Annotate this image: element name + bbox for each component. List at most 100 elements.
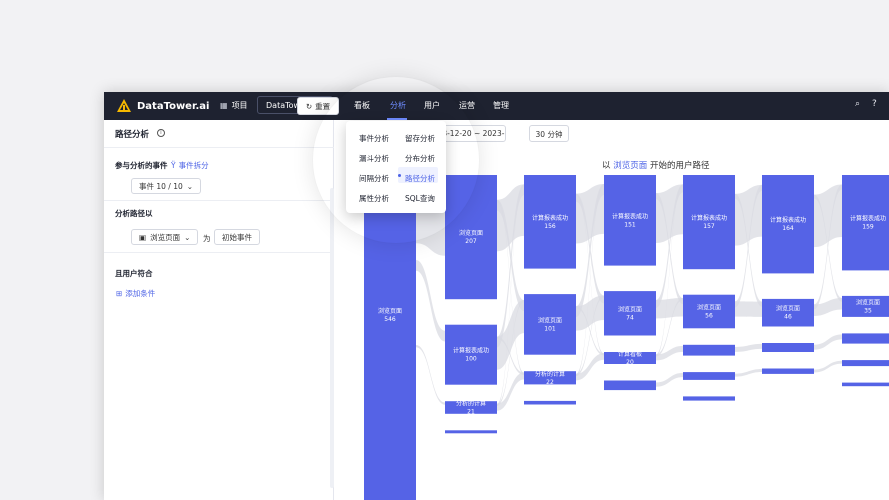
reset-button[interactable]: ↻ 重置 xyxy=(297,97,339,115)
sankey-node[interactable] xyxy=(842,333,889,344)
sankey-node-label: 计算报表成功 xyxy=(770,216,806,224)
sankey-node-value: 46 xyxy=(784,314,792,321)
info-icon[interactable]: i xyxy=(157,129,165,137)
sankey-node[interactable] xyxy=(445,430,497,434)
config-sidebar: 路径分析 i 参与分析的事件 Ÿ 事件拆分 事件 10 / 10 ⌄ 分析路径以… xyxy=(104,120,334,500)
sankey-node-label: 浏览页面 xyxy=(378,307,402,315)
sankey-node-label: 浏览页面 xyxy=(459,229,483,237)
sankey-node-value: 164 xyxy=(782,225,794,232)
sankey-node-label: 计算报表成功 xyxy=(612,212,648,220)
sankey-node-value: 35 xyxy=(864,307,872,314)
sankey-flow-band xyxy=(814,360,842,373)
nav-item-dashboard[interactable]: 看板 xyxy=(354,100,370,111)
event-count-value: 事件 10 / 10 xyxy=(139,181,183,191)
sankey-node[interactable] xyxy=(762,368,814,374)
split-icon: Ÿ xyxy=(171,161,176,170)
path-event-select[interactable]: ▣ 浏览页面 ⌄ xyxy=(131,229,199,245)
sankey-node-label: 分析的计算 xyxy=(456,400,486,408)
sankey-node-value: 157 xyxy=(703,223,715,230)
analysis-dropdown-menu: 事件分析 漏斗分析 间隔分析 属性分析 留存分析 分布分析 路径分析 SQL查询 xyxy=(346,121,446,213)
grid-icon: ▦ xyxy=(220,101,228,110)
sankey-node[interactable] xyxy=(842,382,889,387)
sankey-node-label: 浏览页面 xyxy=(856,298,880,306)
menu-item-interval-analysis[interactable]: 间隔分析 xyxy=(359,173,389,184)
start-event-value: 初始事件 xyxy=(222,232,252,242)
sankey-flow-band xyxy=(735,343,762,352)
sankey-node-label: 浏览页面 xyxy=(538,316,562,324)
chart-title-event[interactable]: 浏览页面 xyxy=(613,161,647,171)
menu-item-property-analysis[interactable]: 属性分析 xyxy=(359,193,389,204)
path-event-value: 浏览页面 xyxy=(150,232,181,242)
nav-item-users[interactable]: 用户 xyxy=(424,100,440,111)
reset-label: 重置 xyxy=(315,101,331,111)
session-duration-select[interactable]: 30 分钟 xyxy=(529,125,569,142)
sidebar-header: 路径分析 i xyxy=(104,120,334,148)
sankey-node[interactable] xyxy=(683,344,735,356)
active-dot xyxy=(398,174,401,177)
menu-item-path-analysis[interactable]: 路径分析 xyxy=(405,173,435,184)
search-icon[interactable]: ⌕ xyxy=(855,99,860,109)
page-title: 路径分析 xyxy=(115,130,150,140)
sankey-flow-band xyxy=(735,369,762,377)
sankey-flow-band xyxy=(497,372,524,411)
user-section-label: 且用户符合 xyxy=(115,269,153,278)
event-icon: ▣ xyxy=(139,232,147,242)
sankey-node-value: 21 xyxy=(467,409,475,416)
help-icon[interactable]: ? xyxy=(872,99,877,109)
project-label-text: 项目 xyxy=(231,101,248,110)
sankey-node[interactable] xyxy=(683,396,735,401)
nav-item-analysis[interactable]: 分析 xyxy=(390,100,406,111)
sankey-node-value: 159 xyxy=(862,224,874,231)
sankey-flow-band xyxy=(576,295,604,331)
sankey-node-value: 207 xyxy=(465,238,477,245)
sankey-node-label: 计算报表成功 xyxy=(850,215,886,223)
menu-item-event-analysis[interactable]: 事件分析 xyxy=(359,133,389,144)
sankey-flow-band xyxy=(735,301,762,317)
sankey-flow-band xyxy=(416,260,445,342)
brand-name: DataTower.ai xyxy=(137,100,210,112)
chart-title: 以 浏览页面 开始的用户路径 xyxy=(602,159,709,171)
sankey-node-label: 计算报表成功 xyxy=(453,347,489,355)
divider xyxy=(104,200,334,201)
add-condition-button[interactable]: ⊞ 添加条件 xyxy=(116,288,155,299)
path-section-label: 分析路径以 xyxy=(115,209,153,218)
sankey-node-label: 浏览页面 xyxy=(618,305,642,313)
menu-item-sql-query[interactable]: SQL查询 xyxy=(405,193,435,204)
sankey-node[interactable] xyxy=(524,400,576,405)
sankey-node-value: 22 xyxy=(546,379,554,386)
events-section-label: 参与分析的事件 xyxy=(115,161,168,170)
sankey-node-value: 56 xyxy=(705,313,713,320)
plus-square-icon: ⊞ xyxy=(116,289,123,298)
sankey-node[interactable] xyxy=(762,343,814,352)
as-text: 为 xyxy=(203,234,211,243)
sankey-node-value: 20 xyxy=(626,359,634,366)
sankey-node-value: 156 xyxy=(544,223,556,230)
brand-logo[interactable]: DataTower.ai xyxy=(116,98,209,114)
sankey-node[interactable] xyxy=(683,372,735,380)
sankey-flow-band xyxy=(656,372,683,387)
nav-item-operations[interactable]: 运营 xyxy=(459,100,475,111)
sankey-node[interactable] xyxy=(364,175,416,500)
sankey-node-value: 74 xyxy=(626,314,634,321)
sankey-chart: 浏览页面546浏览页面207计算报表成功100分析的计算21计算报表成功156浏… xyxy=(364,175,889,500)
sankey-node[interactable] xyxy=(683,294,735,329)
menu-item-retention-analysis[interactable]: 留存分析 xyxy=(405,133,435,144)
add-condition-label: 添加条件 xyxy=(125,289,156,298)
sankey-node-value: 100 xyxy=(465,356,477,363)
sankey-flow-band xyxy=(814,334,842,350)
event-split-link[interactable]: Ÿ 事件拆分 xyxy=(171,160,209,171)
menu-item-distribution-analysis[interactable]: 分布分析 xyxy=(405,153,435,164)
sankey-node[interactable] xyxy=(604,380,656,391)
sankey-node-label: 分析的计算 xyxy=(535,370,565,378)
datatower-logo-icon xyxy=(117,99,131,112)
nav-item-management[interactable]: 管理 xyxy=(493,100,509,111)
event-count-select[interactable]: 事件 10 / 10 ⌄ xyxy=(131,178,202,194)
start-event-select[interactable]: 初始事件 xyxy=(214,229,260,245)
menu-item-funnel-analysis[interactable]: 漏斗分析 xyxy=(359,153,389,164)
sidebar-scrollbar[interactable] xyxy=(330,188,334,488)
sankey-node-label: 计算报表成功 xyxy=(691,214,727,222)
chevron-down-icon: ⌄ xyxy=(184,232,191,242)
sankey-node[interactable] xyxy=(842,360,889,367)
sankey-node-value: 546 xyxy=(384,316,396,323)
top-navigation-bar: DataTower.ai ▦ 项目 DataTower.ai ⌄ 看板 分析 用… xyxy=(104,92,889,120)
